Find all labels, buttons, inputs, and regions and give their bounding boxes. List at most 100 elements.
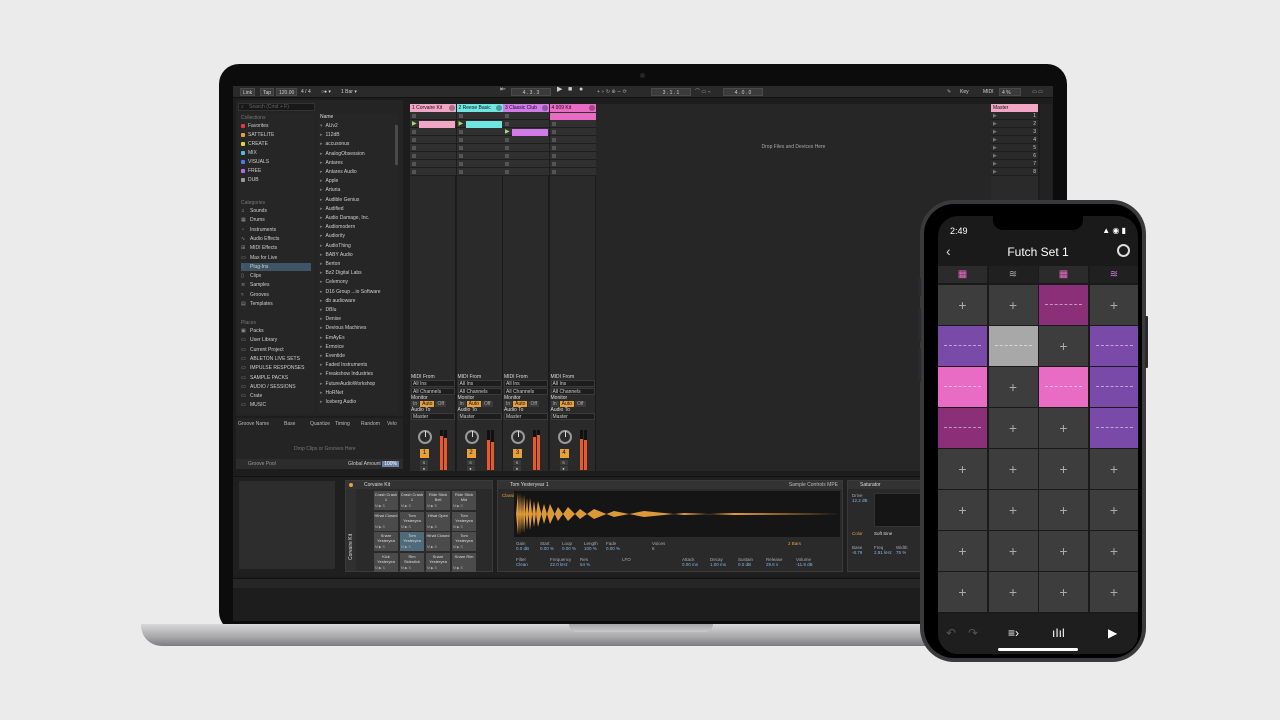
empty-clip-slot[interactable]: +: [1039, 490, 1088, 530]
midi-map-button[interactable]: MIDI: [981, 88, 996, 96]
add-clip-icon[interactable]: +: [1009, 379, 1017, 395]
expand-arrow-icon[interactable]: ▸: [320, 151, 323, 157]
collection-item[interactable]: MIX: [241, 149, 311, 157]
browser-item[interactable]: ▸ Audio Damage, Inc.: [320, 214, 369, 223]
pan-knob[interactable]: [464, 430, 479, 444]
drum-rack-header[interactable]: Corvaire Kit: [346, 481, 492, 489]
add-clip-icon[interactable]: +: [1059, 584, 1067, 600]
add-clip-icon[interactable]: +: [1009, 297, 1017, 313]
drum-pad[interactable]: Kick Yesteryea M ▶ S: [374, 552, 398, 572]
search-input[interactable]: ⌕ Search (Cmd + F): [238, 103, 315, 111]
stop-button-icon[interactable]: [458, 146, 463, 150]
browser-item[interactable]: ▸ 112dB: [320, 131, 340, 140]
track-tab-2[interactable]: ≋: [988, 266, 1038, 283]
stop-button-icon[interactable]: [412, 154, 416, 158]
browser-item[interactable]: ▸ Ermoice: [320, 343, 344, 352]
scene-row[interactable]: ▶ 8: [991, 168, 1038, 176]
collection-item[interactable]: CREATE: [241, 140, 311, 148]
scene-launch-icon[interactable]: ▶: [993, 152, 997, 160]
place-item[interactable]: ▭ ABLETON LIVE SETS: [241, 355, 311, 363]
draw-mode-icon[interactable]: ✎: [945, 88, 953, 96]
browser-item[interactable]: ▸ accusonus: [320, 140, 349, 149]
expand-arrow-icon[interactable]: ▸: [320, 298, 323, 304]
clip-slot[interactable]: [410, 136, 456, 144]
bars-param[interactable]: 2 Bars: [788, 541, 801, 546]
empty-clip-slot[interactable]: +: [1089, 285, 1138, 325]
expand-arrow-icon[interactable]: ▸: [320, 362, 323, 368]
browser-scrollbar[interactable]: [395, 125, 398, 165]
clip-slot[interactable]: ▶: [549, 112, 596, 120]
category-item[interactable]: ▭ Max for Live: [241, 254, 311, 262]
metronome-toggle[interactable]: ○● ▾: [319, 88, 333, 96]
release-param[interactable]: Release 29.6 s: [766, 557, 783, 567]
stop-button-icon[interactable]: [551, 154, 556, 158]
clip-slot[interactable]: ▶: [503, 128, 549, 136]
add-clip-icon[interactable]: +: [958, 584, 966, 600]
place-item[interactable]: ▣ Packs: [241, 327, 311, 335]
category-item[interactable]: ∿ Audio Effects: [241, 235, 311, 243]
clip-cell[interactable]: [1039, 367, 1088, 407]
add-clip-icon[interactable]: +: [1110, 584, 1118, 600]
browser-item[interactable]: ▸ Berton: [320, 260, 340, 269]
clip-slot[interactable]: [503, 112, 549, 120]
pad-mute-solo[interactable]: M ▶ S: [375, 545, 385, 550]
stop-button-icon[interactable]: [458, 162, 463, 166]
clip-slot[interactable]: [410, 160, 456, 168]
drive-param[interactable]: Drive 12.2 dB: [852, 493, 868, 503]
tap-button[interactable]: Tap: [260, 88, 275, 96]
scene-row[interactable]: ▶ 7: [991, 160, 1038, 168]
scene-launch-icon[interactable]: ▶: [993, 144, 997, 152]
clip-cell[interactable]: [1089, 408, 1138, 448]
browser-item[interactable]: ▸ FutureAudioWorkshop: [320, 380, 375, 389]
expand-arrow-icon[interactable]: ▸: [320, 197, 323, 203]
scene-launch-icon[interactable]: ▶: [993, 168, 997, 176]
category-item[interactable]: ⊞ MIDI Effects: [241, 244, 311, 252]
browser-item[interactable]: ▸ Faded Instruments: [320, 361, 367, 370]
add-clip-icon[interactable]: +: [958, 461, 966, 477]
punch-icons[interactable]: ⌒ ▭ ⌢: [693, 88, 713, 96]
add-clip-icon[interactable]: +: [1110, 297, 1118, 313]
solo-button[interactable]: S: [513, 460, 521, 465]
freq-param[interactable]: Freq 2.81 kHz: [874, 545, 892, 555]
pad-mute-solo[interactable]: M ▶ S: [427, 525, 437, 530]
browser-item[interactable]: ▸ Eventide: [320, 352, 345, 361]
undo-icon[interactable]: ↶: [946, 626, 956, 640]
clip-slot[interactable]: [503, 160, 549, 168]
category-item[interactable]: ♫ Sounds: [241, 207, 311, 215]
loop-start[interactable]: 3 . 1 . 1: [651, 88, 691, 96]
clip-playing-icon[interactable]: ▶: [505, 128, 510, 135]
pad-mute-solo[interactable]: M ▶ S: [427, 504, 437, 509]
collection-item[interactable]: FREE: [241, 167, 311, 175]
midi-from-select[interactable]: All Ins: [411, 380, 455, 387]
empty-clip-slot[interactable]: +: [988, 572, 1038, 612]
clip-slot[interactable]: [549, 128, 596, 136]
empty-clip-slot[interactable]: +: [988, 408, 1038, 448]
track-activator-button[interactable]: 2: [466, 449, 476, 458]
clip-cell[interactable]: [988, 326, 1038, 366]
stop-button-icon[interactable]: [412, 170, 416, 174]
clip[interactable]: [512, 129, 548, 136]
scene-launch-icon[interactable]: ▶: [993, 136, 997, 144]
category-item[interactable]: ◔ Instruments: [241, 226, 311, 234]
midi-channel-select[interactable]: All Channels: [504, 388, 548, 395]
empty-clip-slot[interactable]: +: [1089, 531, 1138, 571]
track-header[interactable]: 2 Reese Basic: [456, 104, 503, 112]
scene-launch-icon[interactable]: ▶: [993, 128, 997, 136]
filter-param[interactable]: Filter Clean: [516, 557, 528, 567]
add-clip-icon[interactable]: +: [1009, 502, 1017, 518]
empty-clip-slot[interactable]: +: [938, 449, 987, 489]
pad-mute-solo[interactable]: M ▶ S: [401, 566, 411, 571]
stop-button-icon[interactable]: [412, 130, 416, 134]
clip-slot[interactable]: [410, 128, 456, 136]
clip-slot[interactable]: [456, 144, 503, 152]
add-clip-icon[interactable]: +: [1009, 543, 1017, 559]
clip-cell[interactable]: [938, 326, 987, 366]
clip-slot[interactable]: ▶: [410, 120, 456, 128]
master-track-header[interactable]: Master: [991, 104, 1038, 112]
arm-button[interactable]: ●: [559, 466, 568, 471]
add-clip-icon[interactable]: +: [1059, 420, 1067, 436]
category-item[interactable]: ≈ Grooves: [241, 291, 311, 299]
stop-button-icon[interactable]: [551, 146, 556, 150]
color-toggle[interactable]: Color: [852, 531, 863, 536]
track-activator-button[interactable]: 3: [513, 449, 522, 458]
